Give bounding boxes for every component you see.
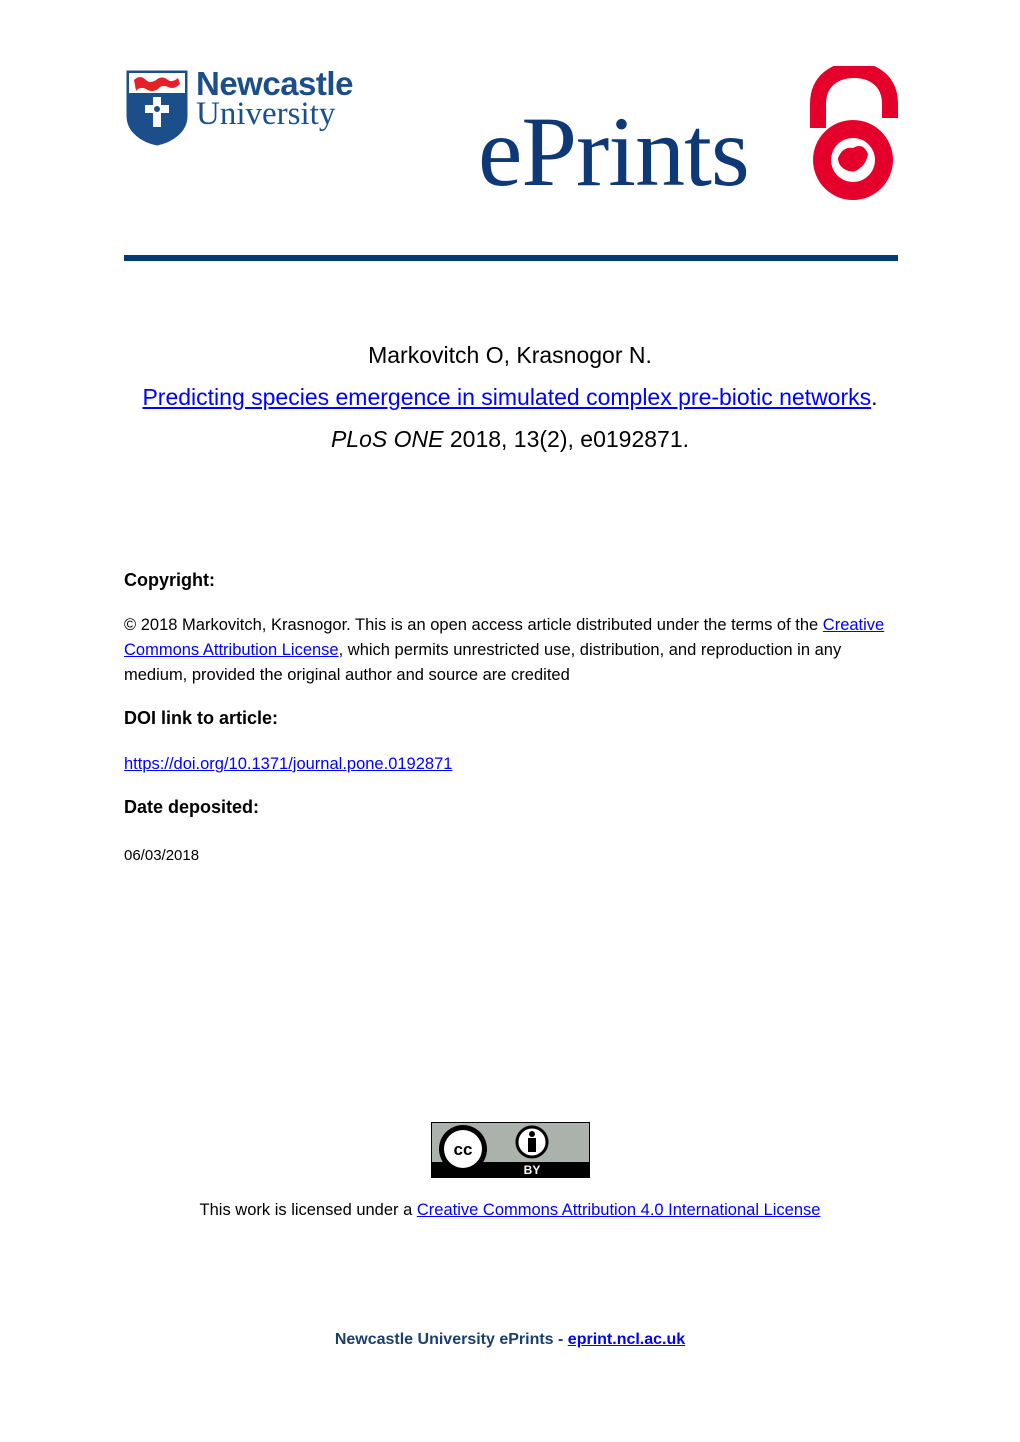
university-name-line2: University <box>196 96 336 132</box>
university-name-line1: Newcastle <box>196 65 353 102</box>
cc-by-badge[interactable]: cc BY <box>431 1122 590 1178</box>
open-access-lock-icon <box>810 66 898 200</box>
attribution-person-icon <box>515 1125 549 1159</box>
citation-authors: Markovitch O, Krasnogor N. <box>368 342 652 368</box>
cc-by-label: BY <box>524 1163 541 1177</box>
doi-link[interactable]: https://doi.org/10.1371/journal.pone.019… <box>124 755 452 773</box>
citation-journal-line: PLoS ONE 2018, 13(2), e0192871. <box>0 424 1020 454</box>
doi-link-row: https://doi.org/10.1371/journal.pone.019… <box>124 752 894 777</box>
university-name: Newcastle University <box>196 65 353 132</box>
eprints-site-link[interactable]: eprint.ncl.ac.uk <box>568 1331 685 1348</box>
cc-by-4-license-link[interactable]: Creative Commons Attribution 4.0 Interna… <box>417 1201 821 1219</box>
article-title-link[interactable]: Predicting species emergence in simulate… <box>142 384 871 410</box>
date-deposited-value: 06/03/2018 <box>124 847 200 864</box>
license-text: This work is licensed under a <box>199 1201 417 1219</box>
footer-text: Newcastle University ePrints - <box>334 1331 568 1348</box>
newcastle-university-logo: Newcastle University <box>126 65 356 146</box>
doi-heading: DOI link to article: <box>124 708 279 728</box>
copyright-text: © 2018 Markovitch, Krasnogor. This is an… <box>124 613 894 688</box>
journal-details: 2018, 13(2), e0192871. <box>443 426 690 452</box>
title-period: . <box>871 384 878 410</box>
eprints-logo-text: ePrints <box>478 96 750 207</box>
citation-title-line: Predicting species emergence in simulate… <box>0 382 1020 412</box>
university-shield-icon <box>126 70 188 146</box>
footer: Newcastle University ePrints - eprint.nc… <box>0 1329 1020 1351</box>
copyright-text-before: © 2018 Markovitch, Krasnogor. This is an… <box>124 616 823 634</box>
journal-name: PLoS ONE <box>330 426 444 452</box>
header-divider <box>124 255 898 261</box>
copyright-heading: Copyright: <box>124 570 215 590</box>
svg-text:cc: cc <box>454 1140 473 1159</box>
cc-icon: cc <box>439 1125 487 1173</box>
date-deposited-heading: Date deposited: <box>124 797 260 817</box>
license-statement: This work is licensed under a Creative C… <box>0 1198 1020 1222</box>
